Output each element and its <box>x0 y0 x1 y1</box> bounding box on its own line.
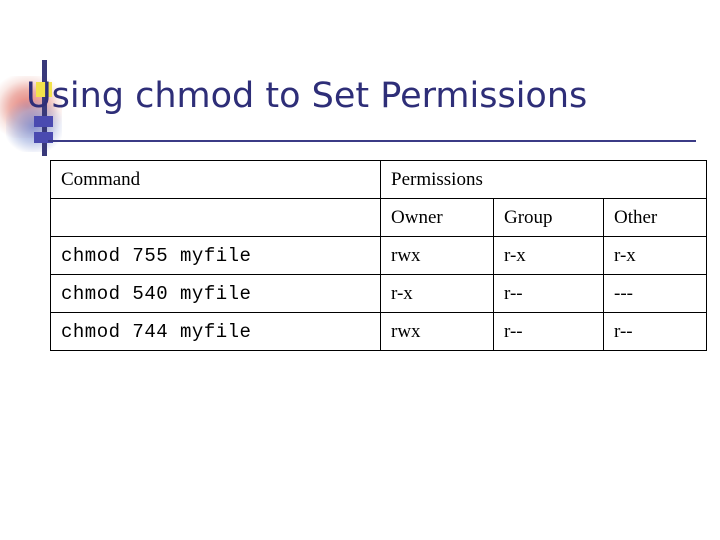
row-command: chmod 755 myfile <box>50 236 381 275</box>
column-header-other: Other <box>603 198 707 237</box>
row-command: chmod 744 myfile <box>50 312 381 351</box>
table-row: chmod 755 myfile rwx r-x r-x <box>50 236 707 275</box>
row-other: --- <box>603 274 707 313</box>
title-divider <box>48 140 696 142</box>
column-header-command-spacer <box>50 198 381 237</box>
row-command: chmod 540 myfile <box>50 274 381 313</box>
row-other: r-- <box>603 312 707 351</box>
table-row: chmod 744 myfile rwx r-- r-- <box>50 312 707 351</box>
row-owner: rwx <box>380 312 494 351</box>
permissions-table: Command Permissions Owner Group Other ch… <box>50 160 707 351</box>
row-owner: rwx <box>380 236 494 275</box>
column-header-group: Group <box>493 198 604 237</box>
column-header-command: Command <box>50 160 381 199</box>
table-subheader-row: Owner Group Other <box>50 198 707 237</box>
row-group: r-x <box>493 236 604 275</box>
row-group: r-- <box>493 312 604 351</box>
page-title: Using chmod to Set Permissions <box>26 76 588 116</box>
blue-square-icon-1 <box>34 116 53 127</box>
row-other: r-x <box>603 236 707 275</box>
column-header-permissions: Permissions <box>380 160 707 199</box>
table-header-row: Command Permissions <box>50 160 707 199</box>
row-group: r-- <box>493 274 604 313</box>
table-row: chmod 540 myfile r-x r-- --- <box>50 274 707 313</box>
row-owner: r-x <box>380 274 494 313</box>
column-header-owner: Owner <box>380 198 494 237</box>
permissions-table-container: Command Permissions Owner Group Other ch… <box>50 160 707 351</box>
